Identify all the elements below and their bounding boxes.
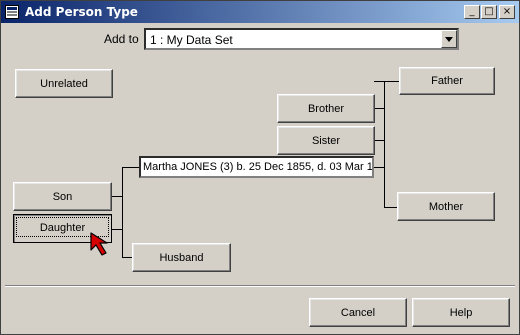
chevron-down-icon	[445, 37, 453, 42]
connector-line	[384, 81, 399, 82]
app-icon	[5, 5, 19, 19]
connector-line	[384, 81, 385, 208]
person-text: Martha JONES (3) b. 25 Dec 1855, d. 03 M…	[143, 161, 374, 173]
sister-button-label: Sister	[311, 135, 341, 147]
minimize-button[interactable]: _	[464, 5, 480, 19]
close-button[interactable]: ×	[499, 5, 515, 19]
cancel-button[interactable]: Cancel	[309, 298, 407, 327]
help-button-label: Help	[449, 307, 473, 319]
unrelated-button-label: Unrelated	[40, 78, 88, 90]
father-button[interactable]: Father	[399, 67, 495, 95]
data-set-value: 1 : My Data Set	[150, 33, 233, 47]
close-icon: ×	[502, 6, 512, 17]
son-button-label: Son	[52, 191, 73, 203]
son-button[interactable]: Son	[13, 182, 112, 211]
connector-line	[374, 81, 384, 82]
maximize-icon: □	[484, 6, 494, 17]
cancel-button-label: Cancel	[340, 307, 376, 319]
person-field: Martha JONES (3) b. 25 Dec 1855, d. 03 M…	[139, 156, 374, 178]
dropdown-button[interactable]	[441, 30, 457, 48]
separator	[5, 285, 515, 287]
sister-button[interactable]: Sister	[277, 126, 375, 155]
connector-line	[374, 167, 384, 168]
title-bar[interactable]: Add Person Type _ □ ×	[1, 1, 519, 23]
connector-line	[384, 207, 397, 208]
red-arrow-cursor-icon	[90, 232, 108, 256]
help-button[interactable]: Help	[412, 298, 510, 327]
data-set-select[interactable]: 1 : My Data Set	[144, 28, 459, 50]
mother-button-label: Mother	[428, 201, 464, 213]
father-button-label: Father	[431, 75, 463, 87]
maximize-button[interactable]: □	[481, 5, 497, 19]
brother-button-label: Brother	[307, 103, 345, 115]
husband-button[interactable]: Husband	[132, 243, 231, 272]
mother-button[interactable]: Mother	[397, 192, 495, 221]
add-to-label: Add to	[104, 32, 139, 46]
unrelated-button[interactable]: Unrelated	[15, 69, 113, 98]
minimize-icon: _	[469, 6, 475, 17]
add-person-type-dialog: Add Person Type _ □ × Add to 1 : My Data…	[0, 0, 520, 335]
connector-line	[374, 108, 384, 109]
connector-line	[122, 257, 132, 258]
connector-line	[122, 167, 139, 168]
brother-button[interactable]: Brother	[277, 94, 375, 123]
connector-line	[122, 167, 123, 258]
window-title: Add Person Type	[25, 5, 138, 19]
husband-button-label: Husband	[159, 252, 204, 264]
connector-line	[374, 140, 384, 141]
